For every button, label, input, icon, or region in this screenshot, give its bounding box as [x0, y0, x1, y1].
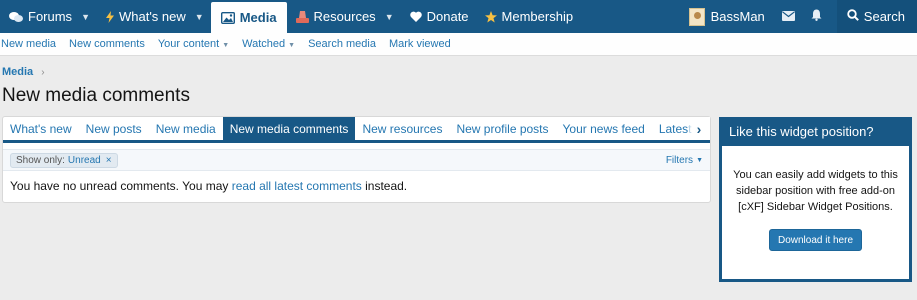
- chevron-right-icon: ›: [41, 66, 45, 78]
- breadcrumb: Media ›: [2, 66, 45, 78]
- empty-message-text: You have no unread comments. You may: [10, 179, 232, 193]
- nav-tab-label: Membership: [501, 9, 574, 24]
- chevron-down-icon[interactable]: ▼: [81, 12, 90, 22]
- bolt-icon: [105, 10, 114, 23]
- tab-new-posts[interactable]: New posts: [79, 117, 149, 140]
- filters-dropdown[interactable]: Filters ▼: [666, 155, 703, 166]
- resources-icon: [295, 10, 309, 23]
- chevron-down-icon: ▼: [288, 42, 296, 49]
- subnav-search-media[interactable]: Search media: [307, 38, 383, 50]
- main-content-block: What's new New posts New media New media…: [2, 116, 711, 203]
- subnav-label: Mark viewed: [388, 38, 451, 50]
- filter-bar: Show only: Unread × Filters ▼: [3, 149, 710, 171]
- nav-tab-whats-new[interactable]: What's new ▼: [97, 0, 211, 33]
- sidebar-widget: Like this widget position? You can easil…: [719, 117, 912, 282]
- breadcrumb-item-media[interactable]: Media: [2, 66, 33, 78]
- alerts-button[interactable]: [803, 0, 831, 33]
- search-button[interactable]: Search: [836, 0, 917, 33]
- envelope-icon: [782, 10, 796, 24]
- username: BassMan: [710, 9, 765, 24]
- nav-tab-label: Forums: [28, 9, 73, 24]
- subnav-new-comments[interactable]: New comments: [68, 38, 152, 50]
- filter-chip-unread[interactable]: Show only: Unread ×: [10, 152, 118, 168]
- chevron-down-icon[interactable]: ▼: [195, 12, 204, 22]
- search-label: Search: [863, 9, 905, 24]
- page-title: New media comments: [2, 85, 190, 106]
- user-menu[interactable]: BassMan: [679, 0, 775, 33]
- heart-icon: [409, 11, 422, 22]
- chevron-down-icon: ▼: [222, 42, 230, 49]
- chevron-down-icon: ▼: [696, 156, 703, 164]
- image-icon: [220, 11, 235, 24]
- nav-tab-label: Resources: [313, 9, 376, 24]
- chevron-down-icon[interactable]: ▼: [385, 12, 394, 22]
- tab-whats-new[interactable]: What's new: [3, 117, 79, 140]
- subnav-your-content[interactable]: Your content ▼: [157, 38, 236, 50]
- nav-tab-forums[interactable]: Forums ▼: [0, 0, 97, 33]
- filter-value: Unread: [67, 154, 101, 166]
- nav-tab-label: Donate: [426, 9, 469, 24]
- search-icon: [847, 9, 859, 24]
- nav-tab-resources[interactable]: Resources ▼: [287, 0, 401, 33]
- filter-prefix: Show only:: [16, 154, 65, 166]
- nav-tab-label: Media: [239, 10, 277, 25]
- widget-text: You can easily add widgets to this sideb…: [733, 169, 898, 213]
- chat-bubbles-icon: [9, 11, 23, 23]
- remove-filter-icon[interactable]: ×: [106, 155, 112, 166]
- nav-tab-donate[interactable]: Donate: [401, 0, 476, 33]
- filters-label: Filters: [665, 154, 694, 166]
- tab-new-resources[interactable]: New resources: [355, 117, 449, 140]
- nav-tab-label: What's new: [118, 9, 186, 24]
- subnav-label: New media: [1, 38, 57, 50]
- empty-message-tail: instead.: [361, 179, 408, 193]
- subnav-mark-viewed[interactable]: Mark viewed: [388, 38, 458, 50]
- sub-navigation: New media New comments Your content ▼ Wat…: [0, 33, 917, 56]
- subnav-label: New comments: [69, 38, 145, 50]
- subnav-watched[interactable]: Watched ▼: [241, 38, 302, 50]
- nav-tab-media[interactable]: Media: [210, 2, 287, 33]
- avatar: [688, 7, 705, 26]
- empty-message: You have no unread comments. You may rea…: [3, 171, 710, 201]
- subnav-label: Your content: [157, 38, 220, 50]
- read-all-latest-comments-link[interactable]: read all latest comments: [232, 179, 362, 193]
- tab-your-news-feed[interactable]: Your news feed: [556, 117, 652, 140]
- subnav-new-media[interactable]: New media: [0, 38, 63, 50]
- nav-user-area: BassMan Search: [679, 0, 917, 33]
- tab-new-profile-posts[interactable]: New profile posts: [449, 117, 555, 140]
- chevron-right-icon[interactable]: ›: [688, 117, 710, 140]
- download-button[interactable]: Download it here: [769, 229, 862, 251]
- star-icon: [484, 10, 497, 23]
- subnav-label: Watched: [242, 38, 286, 50]
- widget-body: You can easily add widgets to this sideb…: [722, 146, 909, 251]
- conversations-button[interactable]: [775, 0, 803, 33]
- tab-new-media[interactable]: New media: [149, 117, 223, 140]
- subnav-label: Search media: [308, 38, 376, 50]
- whats-new-tabs: What's new New posts New media New media…: [3, 117, 710, 143]
- top-navigation: Forums ▼ What's new ▼ Media Resources ▼ …: [0, 0, 917, 33]
- nav-tab-membership[interactable]: Membership: [476, 0, 581, 33]
- bell-icon: [811, 9, 822, 24]
- widget-title: Like this widget position?: [719, 117, 912, 146]
- tab-new-media-comments[interactable]: New media comments: [222, 117, 356, 140]
